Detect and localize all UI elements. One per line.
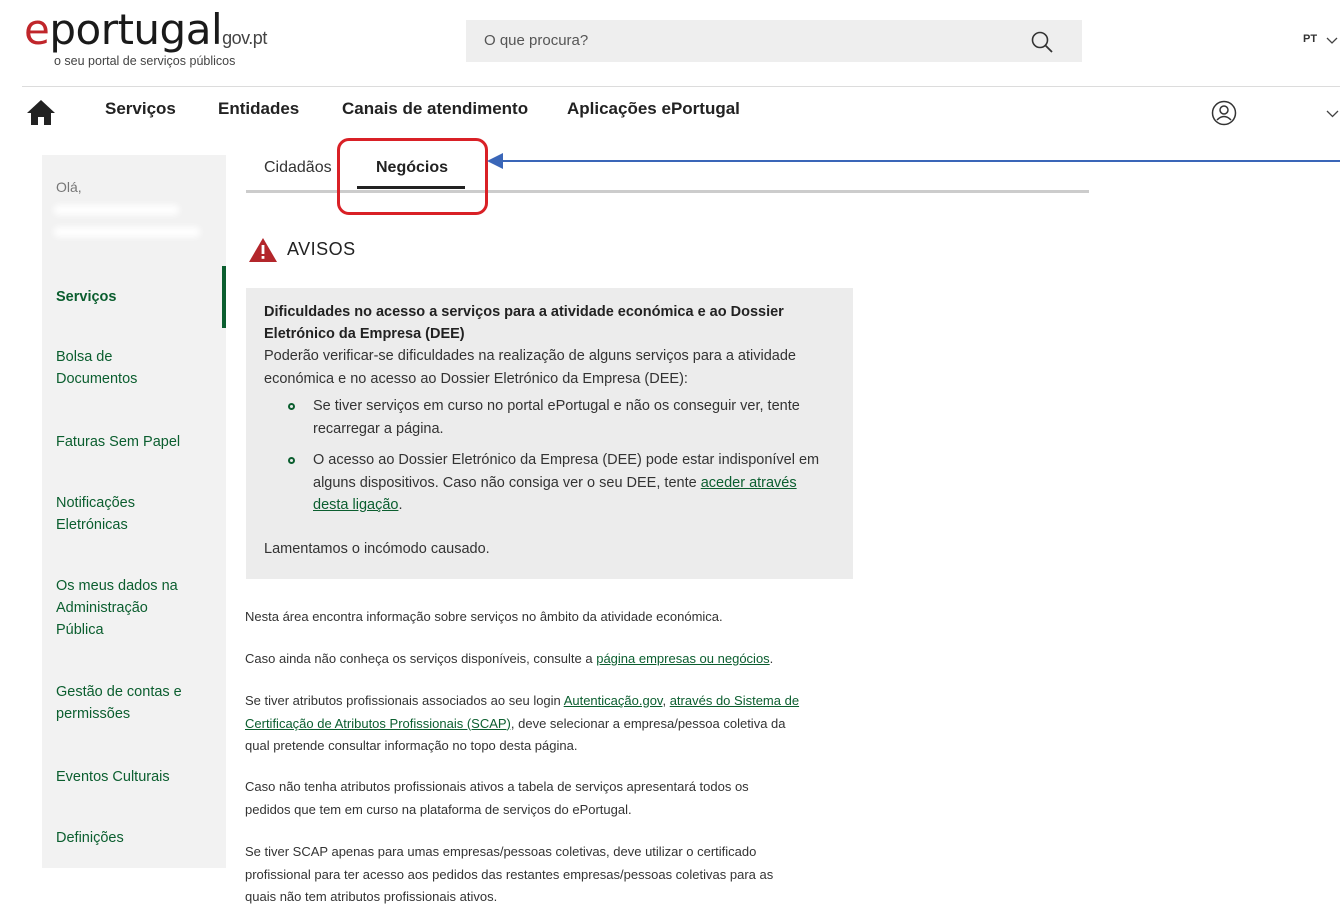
main-navigation: Serviços Entidades Canais de atendimento… <box>0 88 1340 138</box>
chevron-down-icon[interactable] <box>1325 33 1339 47</box>
logo-tagline: o seu portal de serviços públicos <box>54 54 236 68</box>
logo-wordmark: eportugal <box>24 5 223 54</box>
tab-highlight-annotation <box>337 138 488 215</box>
nav-item-entidades[interactable]: Entidades <box>218 99 299 119</box>
greeting-text: Olá, <box>56 179 82 195</box>
content-paragraph-4: Caso não tenha atributos profissionais a… <box>245 779 749 817</box>
bullet-icon <box>288 403 295 410</box>
content-paragraph-2: Caso ainda não conheça os serviços dispo… <box>245 651 774 666</box>
nav-item-canais[interactable]: Canais de atendimento <box>342 99 528 119</box>
home-icon[interactable] <box>26 98 56 126</box>
header-divider <box>22 86 1340 87</box>
arrow-pointer <box>487 153 1340 169</box>
warning-icon <box>249 238 277 262</box>
notice-bullet-2: O acesso ao Dossier Eletrónico da Empres… <box>313 452 820 513</box>
notice-bullet-1: Se tiver serviços em curso no portal ePo… <box>313 398 800 437</box>
sidebar-item-servicos[interactable]: Serviços <box>56 286 216 308</box>
sidebar-item-notificacoes[interactable]: Notificações Eletrónicas <box>56 492 166 536</box>
language-selector[interactable]: PT <box>1303 33 1317 45</box>
content-paragraph-5: Se tiver SCAP apenas para umas empresas/… <box>245 844 774 904</box>
top-header: eportugalgov.pt o seu portal de serviços… <box>0 0 1340 86</box>
content-paragraph-3: Se tiver atributos profissionais associa… <box>245 693 800 753</box>
nav-item-servicos[interactable]: Serviços <box>105 99 176 119</box>
chevron-down-icon[interactable] <box>1325 106 1340 121</box>
notice-intro: Poderão verificar-se dificuldades na rea… <box>264 348 796 387</box>
sidebar-item-eventos-culturais[interactable]: Eventos Culturais <box>56 766 216 788</box>
redacted-user-info <box>54 227 200 237</box>
notice-closing: Lamentamos o incómodo causado. <box>264 541 490 557</box>
sidebar-item-bolsa-documentos[interactable]: Bolsa de Documentos <box>56 346 166 390</box>
autenticacao-gov-link[interactable]: Autenticação.gov <box>564 693 663 708</box>
bullet-icon <box>288 457 295 464</box>
notice-box: Dificuldades no acesso a serviços para a… <box>246 288 853 579</box>
sidebar-item-meus-dados[interactable]: Os meus dados na Administração Pública <box>56 575 196 641</box>
search-icon[interactable] <box>1030 30 1054 54</box>
tab-cidadaos[interactable]: Cidadãos <box>264 159 332 177</box>
sidebar-item-gestao-contas[interactable]: Gestão de contas e permissões <box>56 681 206 725</box>
search-input[interactable]: O que procura? <box>466 20 1082 62</box>
content-paragraph-1: Nesta área encontra informação sobre ser… <box>245 609 723 624</box>
notice-title: Dificuldades no acesso a serviços para a… <box>264 304 784 342</box>
empresas-negocios-link[interactable]: página empresas ou negócios <box>596 651 769 666</box>
redacted-user-name <box>54 205 179 215</box>
user-icon[interactable] <box>1211 100 1237 126</box>
nav-item-aplicacoes[interactable]: Aplicações ePortugal <box>567 99 740 119</box>
logo-suffix: gov.pt <box>222 28 267 48</box>
avisos-heading: AVISOS <box>287 239 356 259</box>
sidebar-item-definicoes[interactable]: Definições <box>56 827 216 849</box>
active-indicator <box>222 266 226 328</box>
sidebar-item-faturas-sem-papel[interactable]: Faturas Sem Papel <box>56 431 216 453</box>
search-placeholder: O que procura? <box>484 32 589 49</box>
eportugal-logo[interactable]: eportugalgov.pt o seu portal de serviços… <box>24 5 267 69</box>
